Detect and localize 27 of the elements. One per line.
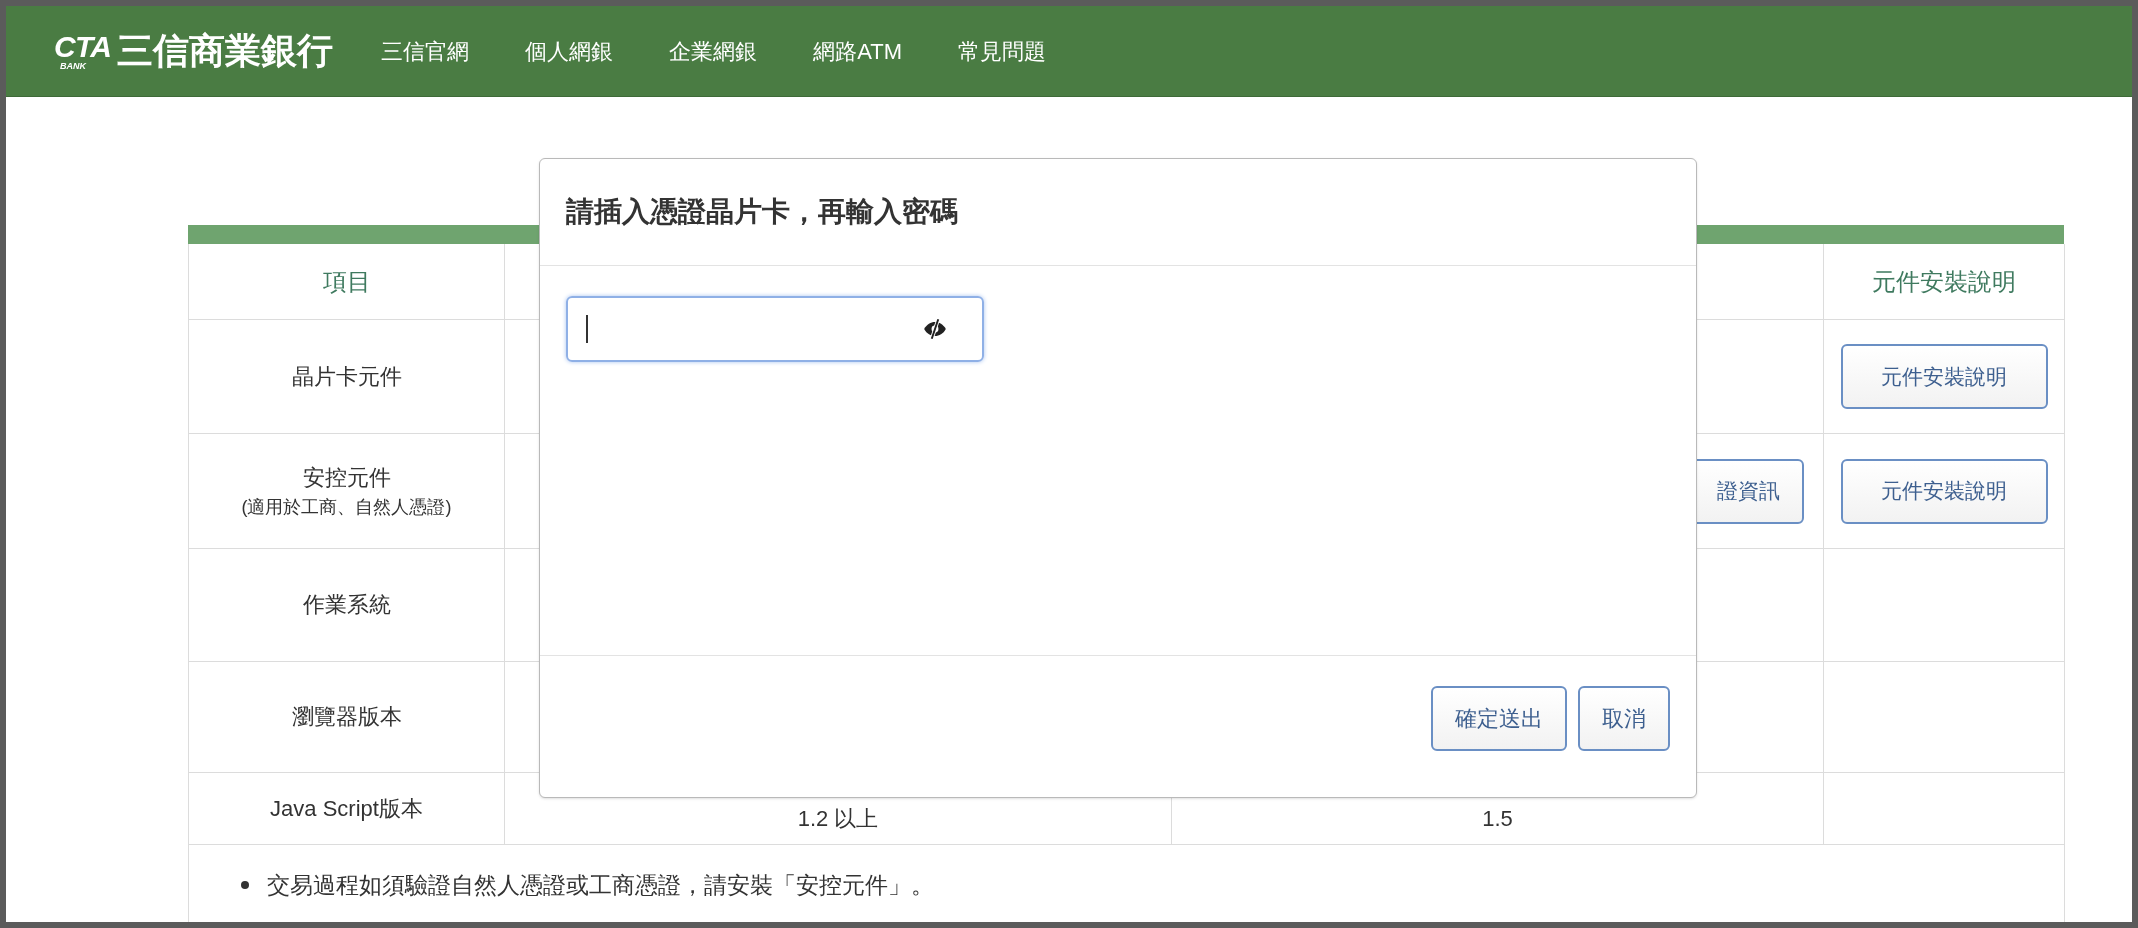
table-cell-text: 1.5	[1482, 805, 1513, 833]
dialog-title: 請插入憑證晶片卡，再輸入密碼	[566, 195, 958, 229]
nav-link[interactable]: 常見問題	[958, 34, 1046, 68]
logo-subtext: BANK	[60, 61, 86, 71]
column-header: 元件安裝說明	[1872, 266, 2016, 297]
row-sublabel: (適用於工商、自然人憑證)	[241, 496, 452, 519]
row-label: 作業系統	[302, 591, 391, 619]
nav-link[interactable]: 三信官網	[381, 34, 470, 68]
note-text: 交易過程如須驗證自然人憑證或工商憑證，請安裝「安控元件」。	[267, 870, 934, 900]
table-cell-text: 1.2 以上	[797, 805, 879, 833]
dialog-button[interactable]: 確定送出	[1431, 686, 1567, 751]
row-label: 晶片卡元件	[291, 362, 402, 391]
install-guide-button[interactable]: 元件安裝說明	[1840, 458, 2048, 524]
logo-mark: CTA	[54, 33, 112, 61]
row-label: Java Script版本	[270, 794, 423, 823]
bullet-icon	[241, 881, 249, 889]
nav-link[interactable]: 網路ATM	[813, 34, 902, 68]
row-label: 安控元件	[302, 464, 391, 492]
column-header: 項目	[322, 266, 371, 297]
row-label: 瀏覽器版本	[291, 703, 402, 731]
nav-link[interactable]: 企業網銀	[669, 34, 758, 68]
dialog-button[interactable]: 取消	[1578, 686, 1670, 751]
bank-name: 三信商業銀行	[117, 31, 334, 71]
password-field[interactable]	[566, 296, 984, 362]
eye-slash-icon[interactable]	[922, 316, 948, 342]
install-guide-button[interactable]: 元件安裝說明	[1840, 344, 2048, 409]
nav-link[interactable]: 個人網銀	[525, 34, 614, 68]
